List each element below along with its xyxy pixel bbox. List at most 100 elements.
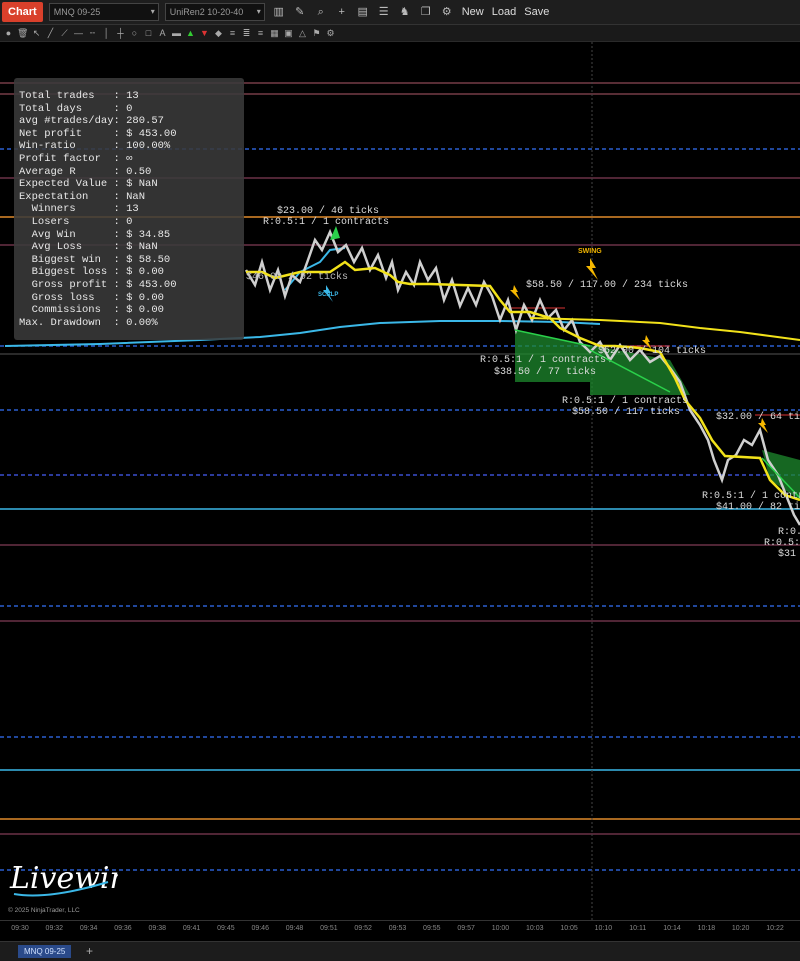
time-tick-label: 10:20 [731,925,750,932]
time-tick-label: 09:45 [217,925,235,932]
bar-type-selector[interactable]: UniRen2 10-20-40 ▾ [164,3,265,21]
dot-icon[interactable]: ● [3,28,14,39]
trade-label: R:0.5:1 / 1 contracts [480,355,607,366]
stat-row: avg #trades/day: 280.57 [19,115,164,128]
stat-row: Winners : 13 [19,203,139,216]
trade-label: R:0.5:1 / 1 contracts [562,396,689,407]
horizontal-line-icon[interactable]: — [73,28,84,39]
time-tick-label: 10:11 [629,925,647,932]
trade-label: $46.00 / 92 ticks [246,272,349,283]
trade-label: $58.50 / 117 ticks [572,407,681,418]
chart-tab-bar: MNQ 09-25 + [0,941,800,961]
time-tick-label: 10:03 [526,925,544,932]
stat-row: Losers : 0 [19,215,133,228]
main-toolbar: Chart MNQ 09-25 ▾ UniRen2 10-20-40 ▾ ▥ ✎ ⌕… [0,0,800,25]
chart-menu-button[interactable]: Chart [2,2,43,22]
stat-row: Biggest win : $ 58.50 [19,253,171,266]
trade-label: R:0.5:1 / 1 contracts [702,491,800,502]
trade-label: $32.00 / 64 ticks [716,412,800,423]
document-icon[interactable]: ▤ [356,5,370,19]
vertical-line-icon[interactable]: │ [101,28,112,39]
instrument-tab[interactable]: MNQ 09-25 [18,945,72,958]
time-tick-label: 10:14 [663,925,681,932]
time-tick-label: 09:34 [79,925,98,932]
text-icon[interactable]: A [157,28,168,39]
trade-label: R:0.5:1 [778,527,800,538]
fib-icon[interactable]: ≡ [227,28,238,39]
ruler-icon[interactable]: ▬ [171,28,182,39]
chevron-down-icon: ▾ [256,7,261,16]
settings-icon[interactable]: ⚙ [440,5,454,19]
instrument-selector[interactable]: MNQ 09-25 ▾ [48,3,159,21]
diamond-icon[interactable]: ◆ [213,28,224,39]
zoom-icon[interactable]: ⌕ [314,5,328,19]
grid-icon[interactable]: ▦ [269,28,280,39]
bar-type-value: UniRen2 10-20-40 [169,7,244,17]
pencil-icon[interactable]: ✎ [293,5,307,19]
swing-signal-label: SWING [578,248,602,255]
dashed-line-icon[interactable]: ╌ [87,28,98,39]
crosshair-icon[interactable]: ┼ [115,28,126,39]
time-tick-label: 09:36 [114,925,132,932]
stat-row: Average R : 0.50 [19,165,152,178]
time-tick-label: 10:10 [594,925,613,932]
ray-icon[interactable]: ⟋ [59,28,70,39]
plus-icon[interactable]: + [335,5,349,19]
stat-row: Max. Drawdown : 0.00% [19,316,158,329]
copy-icon[interactable]: ❐ [419,5,433,19]
logo-text: Livewire [9,861,118,896]
scalp-bolt-icon [510,285,520,300]
stat-row: Avg Loss : $ NaN [19,241,158,254]
time-tick-label: 10:18 [697,925,716,932]
flag-icon[interactable]: ⚑ [311,28,322,39]
livewire-logo: Livewire [9,861,118,897]
strategy-icon[interactable]: ♞ [398,5,412,19]
time-tick-label: 09:57 [457,925,475,932]
time-tick-label: 09:52 [354,925,372,932]
add-tab-icon[interactable]: + [86,944,93,958]
stat-row: Total trades : 13 [19,90,139,102]
trade-label: $38.50 / 77 ticks [494,367,597,378]
stat-row: Expectation : NaN [19,190,146,203]
performance-stats-panel: Total trades : 13 Total days : 0 avg #tr… [14,78,244,340]
time-tick-label: 09:30 [11,925,29,932]
stat-row: Net profit : $ 453.00 [19,127,177,140]
rectangle-icon[interactable]: □ [143,28,154,39]
new-button[interactable]: New [462,6,484,18]
triangle-icon[interactable]: △ [297,28,308,39]
lines-icon[interactable]: ≡ [255,28,266,39]
save-button[interactable]: Save [524,6,549,18]
gear-icon[interactable]: ⚙ [325,28,336,39]
channel-icon[interactable]: ≣ [241,28,252,39]
trade-label: $31 [778,549,797,560]
arrow-up-icon[interactable]: ▲ [185,28,196,39]
circle-icon[interactable]: ○ [129,28,140,39]
load-button[interactable]: Load [492,6,516,18]
time-tick-label: 09:53 [388,925,407,932]
trash-icon[interactable]: 🗑 [17,28,28,39]
line-icon[interactable]: ╱ [45,28,56,39]
trade-label: R:0.5:1 [764,538,800,549]
stat-row: Gross profit : $ 453.00 [19,278,177,291]
stat-row: Biggest loss : $ 0.00 [19,266,164,279]
trade-label: $41.00 / 82 ticks [716,502,800,513]
region-icon[interactable]: ▣ [283,28,294,39]
time-tick-label: 09:41 [182,925,201,932]
arrow-icon[interactable]: ↖ [31,28,42,39]
copyright-text: © 2025 NinjaTrader, LLC [8,907,80,914]
time-tick-label: 09:48 [285,925,304,932]
time-tick-label: 09:32 [45,925,64,932]
swing-bolt-icon [586,258,598,280]
list-icon[interactable]: ☰ [377,5,391,19]
stat-row: Win-ratio : 100.00% [19,140,171,153]
time-tick-label: 09:46 [251,925,269,932]
trade-label: $23.00 / 46 ticks [277,206,380,217]
arrow-down-icon[interactable]: ▼ [199,28,210,39]
time-tick-label: 10:00 [491,925,510,932]
scalp-signal-label: SCALP [318,292,339,298]
time-axis: 09:30 09:32 09:34 09:36 09:38 09:41 09:45 09:46… [0,920,800,941]
stat-row: Avg Win : $ 34.85 [19,228,171,241]
time-tick-label: 10:22 [766,925,784,932]
bars-icon[interactable]: ▥ [272,5,286,19]
stat-row: Profit factor : ∞ [19,152,133,165]
